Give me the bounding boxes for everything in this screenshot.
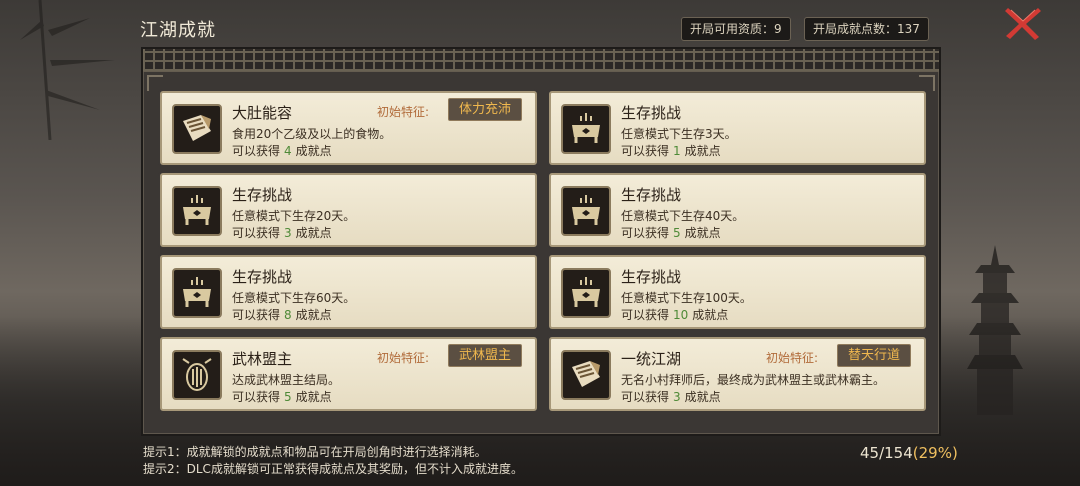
reward-prefix: 可以获得 — [621, 144, 670, 158]
available-aptitude-badge: 开局可用资质：9 — [681, 17, 791, 41]
achievement-name: 生存挑战 — [621, 104, 682, 122]
cauldron-icon — [172, 268, 222, 318]
fret-border — [143, 49, 939, 72]
achievement-description: 任意模式下生存100天。 — [621, 291, 752, 305]
trait-label: 初始特征: — [377, 351, 430, 365]
achievement-progress: 45/154(29%) — [860, 444, 958, 462]
reward-prefix: 可以获得 — [232, 144, 281, 158]
reward-prefix: 可以获得 — [232, 390, 281, 404]
achievement-description: 任意模式下生存20天。 — [232, 209, 356, 223]
trait-badge: 武林盟主 — [448, 344, 523, 367]
cauldron-icon — [172, 186, 222, 236]
reward-prefix: 可以获得 — [232, 308, 281, 322]
reward-suffix: 成就点 — [295, 390, 332, 404]
achievement-card[interactable]: 生存挑战 任意模式下生存3天。 可以获得 1 成就点 — [549, 91, 926, 165]
achievement-description: 无名小村拜师后，最终成为武林盟主或武林霸主。 — [621, 373, 886, 387]
reward-prefix: 可以获得 — [621, 226, 670, 240]
trait-badge: 替天行道 — [837, 344, 912, 367]
reward-suffix: 成就点 — [295, 308, 332, 322]
achievement-card[interactable]: 生存挑战 任意模式下生存40天。 可以获得 5 成就点 — [549, 173, 926, 247]
achievement-card[interactable]: 生存挑战 任意模式下生存100天。 可以获得 10 成就点 — [549, 255, 926, 329]
reward-points: 3 — [284, 226, 292, 240]
achievement-reward: 可以获得 5 成就点 — [232, 388, 332, 405]
tip-line-1: 提示1：成就解锁的成就点和物品可在开局创角时进行选择消耗。 — [143, 445, 487, 459]
reward-points: 5 — [673, 226, 681, 240]
close-icon[interactable] — [1003, 4, 1043, 42]
reward-points: 1 — [673, 144, 681, 158]
achievement-description: 任意模式下生存40天。 — [621, 209, 745, 223]
achievement-points-value: 137 — [897, 22, 920, 36]
achievement-description: 任意模式下生存60天。 — [232, 291, 356, 305]
pagoda-decoration — [967, 245, 1023, 415]
reward-points: 3 — [673, 390, 681, 404]
cauldron-icon — [561, 104, 611, 154]
achievement-reward: 可以获得 10 成就点 — [621, 306, 728, 323]
reward-suffix: 成就点 — [684, 226, 721, 240]
achievement-name: 大肚能容 — [232, 104, 293, 122]
reward-points: 5 — [284, 390, 292, 404]
achievement-description: 达成武林盟主结局。 — [232, 373, 341, 387]
achievement-card[interactable]: 大肚能容 食用20个乙级及以上的食物。 可以获得 4 成就点 初始特征: 体力充沛 — [160, 91, 537, 165]
reward-suffix: 成就点 — [684, 144, 721, 158]
achievement-reward: 可以获得 3 成就点 — [621, 388, 721, 405]
achievement-name: 生存挑战 — [621, 186, 682, 204]
tip-line-2: 提示2：DLC成就解锁可正常获得成就点及其奖励，但不计入成就进度。 — [143, 462, 523, 476]
cauldron-icon — [561, 186, 611, 236]
corner-ornament — [147, 75, 163, 91]
achievement-name: 一统江湖 — [621, 350, 682, 368]
achievement-name: 武林盟主 — [232, 350, 293, 368]
achievement-reward: 可以获得 1 成就点 — [621, 142, 721, 159]
achievement-card[interactable]: 生存挑战 任意模式下生存20天。 可以获得 3 成就点 — [160, 173, 537, 247]
page-title: 江湖成就 — [140, 20, 216, 41]
achievement-card[interactable]: 一统江湖 无名小村拜师后，最终成为武林盟主或武林霸主。 可以获得 3 成就点 初始特… — [549, 337, 926, 411]
achievement-reward: 可以获得 5 成就点 — [621, 224, 721, 241]
reward-prefix: 可以获得 — [621, 308, 670, 322]
achievement-name: 生存挑战 — [621, 268, 682, 286]
reward-points: 10 — [673, 308, 689, 322]
reward-prefix: 可以获得 — [232, 226, 281, 240]
available-aptitude-value: 9 — [774, 22, 782, 36]
trait-label: 初始特征: — [377, 105, 430, 119]
achievement-name: 生存挑战 — [232, 186, 293, 204]
reward-suffix: 成就点 — [692, 308, 729, 322]
scroll-icon — [172, 104, 222, 154]
corner-ornament — [919, 75, 935, 91]
scroll-icon — [561, 350, 611, 400]
trait-badge: 体力充沛 — [448, 98, 523, 121]
progress-percent: (29%) — [912, 444, 958, 462]
reward-suffix: 成就点 — [684, 390, 721, 404]
bamboo-decoration — [20, 0, 115, 140]
achievement-points-badge: 开局成就点数：137 — [804, 17, 929, 41]
available-aptitude-label: 开局可用资质： — [690, 22, 775, 36]
reward-prefix: 可以获得 — [621, 390, 670, 404]
reward-suffix: 成就点 — [295, 144, 332, 158]
trait-label: 初始特征: — [766, 351, 819, 365]
achievement-panel: 大肚能容 食用20个乙级及以上的食物。 可以获得 4 成就点 初始特征: 体力充沛 … — [141, 47, 941, 436]
reward-points: 8 — [284, 308, 292, 322]
token-icon — [172, 350, 222, 400]
achievement-card[interactable]: 武林盟主 达成武林盟主结局。 可以获得 5 成就点 初始特征: 武林盟主 — [160, 337, 537, 411]
progress-count: 45/154 — [860, 444, 913, 462]
achievement-points-label: 开局成就点数： — [813, 22, 898, 36]
achievement-name: 生存挑战 — [232, 268, 293, 286]
achievement-card[interactable]: 生存挑战 任意模式下生存60天。 可以获得 8 成就点 — [160, 255, 537, 329]
reward-points: 4 — [284, 144, 292, 158]
achievement-reward: 可以获得 4 成就点 — [232, 142, 332, 159]
cauldron-icon — [561, 268, 611, 318]
achievement-description: 任意模式下生存3天。 — [621, 127, 737, 141]
achievement-description: 食用20个乙级及以上的食物。 — [232, 127, 392, 141]
achievement-reward: 可以获得 3 成就点 — [232, 224, 332, 241]
achievement-reward: 可以获得 8 成就点 — [232, 306, 332, 323]
reward-suffix: 成就点 — [295, 226, 332, 240]
